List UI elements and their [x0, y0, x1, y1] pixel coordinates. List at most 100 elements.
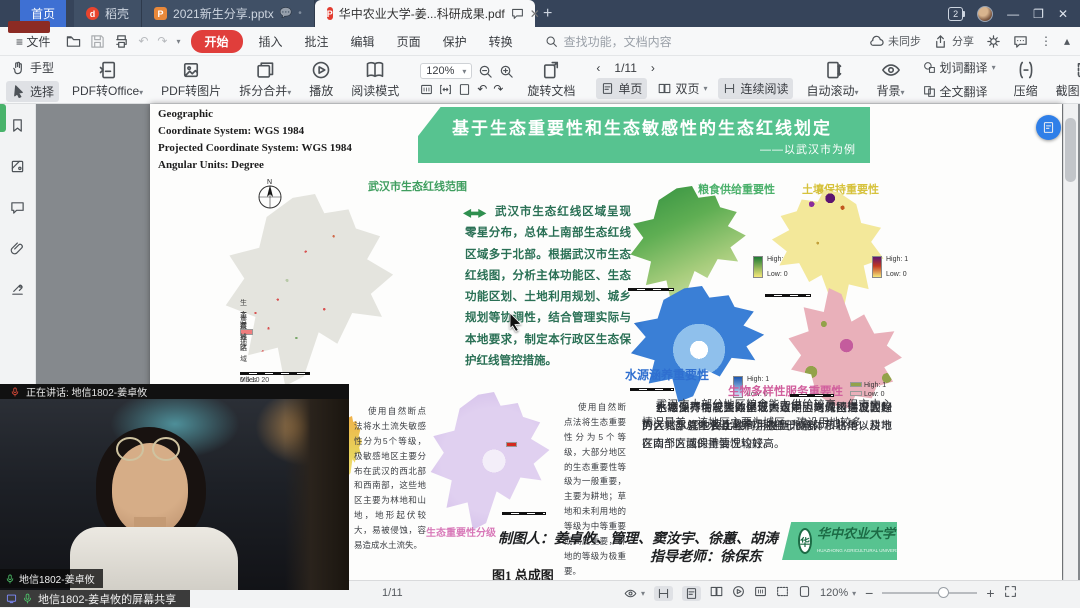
play-icon: [311, 60, 331, 80]
menu-annotate[interactable]: 批注: [299, 31, 335, 52]
search-input[interactable]: 查找功能，文档内容: [545, 33, 715, 50]
undo-icon[interactable]: ↶: [138, 34, 148, 48]
soil-map-legend: High: 1Low: 0: [872, 256, 908, 278]
print-icon[interactable]: [114, 34, 129, 49]
auto-scroll-button[interactable]: 自动滚动▾: [801, 59, 863, 100]
menu-page[interactable]: 页面: [391, 31, 427, 52]
share-button[interactable]: 分享: [933, 33, 974, 49]
screen-share-chip[interactable]: 地信1802-姜卓攸的屏幕共享: [0, 590, 190, 607]
fit-page-icon[interactable]: [458, 83, 471, 96]
status-eye-icon: [624, 587, 637, 600]
doc-scrollbar-thumb[interactable]: [1065, 118, 1076, 182]
status-double-page-button[interactable]: [710, 585, 723, 601]
menu-file[interactable]: ≡ 文件: [10, 31, 56, 52]
read-mode-button[interactable]: 阅读模式: [346, 59, 404, 100]
menu-convert[interactable]: 转换: [483, 31, 519, 52]
feedback-chat-icon[interactable]: [1013, 34, 1028, 49]
more-menu-icon[interactable]: ⋮: [1040, 34, 1052, 48]
tab-pdf-active[interactable]: P 华中农业大学-姜...科研成果.pdf ✕: [315, 0, 535, 27]
meeting-video-overlay[interactable]: 正在讲话: 地信1802-姜卓攸 地信1802-姜卓攸: [0, 384, 349, 590]
status-continuous-button[interactable]: [654, 586, 673, 601]
screenshot-compare-button[interactable]: 截图和对比: [1051, 59, 1080, 100]
zoom-level-select[interactable]: 120%▾: [420, 63, 472, 79]
zoom-out-icon[interactable]: [478, 64, 493, 79]
status-fit-page-button[interactable]: [798, 585, 811, 601]
menu-protect[interactable]: 保护: [437, 31, 473, 52]
zoom-in-icon[interactable]: [499, 64, 514, 79]
fit-width-icon[interactable]: [439, 83, 452, 96]
pdf-to-office-button[interactable]: PDF转Office▾: [67, 59, 148, 100]
status-fit-width-button[interactable]: [776, 585, 789, 601]
attachment-icon[interactable]: [10, 241, 25, 256]
zoom-slider[interactable]: [882, 592, 977, 594]
zoom-minus-button[interactable]: −: [865, 585, 873, 601]
rotate-doc-button[interactable]: 旋转文档: [522, 59, 580, 100]
rotate-right-icon[interactable]: ↷: [493, 82, 503, 96]
pdf-to-image-button[interactable]: PDF转图片: [156, 59, 226, 100]
background-button[interactable]: 背景▾: [872, 59, 910, 100]
save-icon[interactable]: [90, 34, 105, 49]
rotate-left-icon[interactable]: ↶: [477, 82, 487, 96]
minimize-button[interactable]: —: [1007, 7, 1019, 21]
prev-page-icon[interactable]: ‹: [596, 61, 600, 75]
wps-assistant-button[interactable]: [1036, 115, 1061, 140]
full-translate-button[interactable]: 全文翻译: [918, 81, 1001, 102]
tab-ppt-pin-icon[interactable]: •: [298, 8, 302, 19]
hand-tool-button[interactable]: 手型: [6, 57, 59, 78]
grain-map: [628, 186, 756, 304]
participant-mic-icon: [5, 574, 15, 584]
user-avatar[interactable]: [977, 6, 993, 22]
actual-size-icon[interactable]: [420, 83, 433, 96]
screenshot-compare-label: 截图和对比: [1056, 82, 1080, 99]
fullscreen-button[interactable]: [1004, 585, 1017, 601]
status-play-button[interactable]: [732, 585, 745, 601]
compress-button[interactable]: 压缩: [1009, 59, 1043, 100]
undo-dropdown-icon[interactable]: ▾: [176, 37, 180, 46]
continuous-button[interactable]: 连续阅读: [718, 78, 793, 99]
menu-start[interactable]: 开始: [191, 30, 243, 53]
status-zoom-select[interactable]: 120%▾: [820, 587, 856, 599]
menu-insert[interactable]: 插入: [253, 31, 289, 52]
thumbnails-icon[interactable]: [10, 159, 25, 174]
tab-home-label: 首页: [31, 5, 55, 22]
word-translate-button[interactable]: 划词翻译▾: [918, 57, 1001, 78]
new-tab-button[interactable]: +: [535, 0, 561, 27]
settings-gear-icon[interactable]: [986, 34, 1001, 49]
open-folder-icon[interactable]: [66, 34, 81, 49]
tab-docer[interactable]: d 稻壳: [74, 0, 142, 27]
restore-button[interactable]: ❐: [1033, 7, 1044, 21]
university-logo: 华: [798, 528, 812, 554]
status-background-button[interactable]: ▾: [624, 587, 645, 600]
status-actual-size-button[interactable]: [754, 585, 767, 601]
tab-comment-icon[interactable]: [511, 7, 524, 20]
university-name-en: HUAZHONG AGRICULTURAL UNIVERSITY: [817, 548, 906, 553]
status-single-page-button[interactable]: [682, 586, 701, 601]
pdf-icon: P: [327, 7, 333, 20]
comments-icon[interactable]: [10, 200, 25, 215]
single-page-button[interactable]: 单页: [596, 78, 647, 99]
message-count-badge[interactable]: 2: [948, 7, 963, 21]
play-button[interactable]: 播放: [304, 59, 338, 100]
split-merge-button[interactable]: 拆分合并▾: [234, 59, 296, 100]
sync-status[interactable]: 未同步: [869, 33, 921, 49]
zoom-plus-button[interactable]: +: [986, 585, 994, 601]
status-view-controls: ▾ 120%▾ − +: [624, 585, 1017, 601]
close-window-button[interactable]: ✕: [1058, 7, 1068, 21]
page-indicator[interactable]: 1/11: [614, 61, 636, 75]
double-page-button[interactable]: 双页▾: [653, 78, 712, 99]
share-label: 分享: [952, 33, 974, 49]
continuous-label: 连续阅读: [740, 80, 788, 97]
menu-edit[interactable]: 编辑: [345, 31, 381, 52]
redo-icon[interactable]: ↷: [157, 34, 167, 48]
participant-name: 地信1802-姜卓攸: [19, 571, 95, 586]
erosion-text: 使用自然断点法将水土流失敏感性分为5个等级，极敏感地区主要分布在武汉的西北部和西…: [354, 404, 426, 553]
bookmark-icon[interactable]: [10, 118, 25, 133]
collapse-toolbar-icon[interactable]: ▴: [1064, 34, 1070, 48]
tab-ppt[interactable]: P 2021新生分享.pptx 💬 •: [142, 0, 315, 27]
next-page-icon[interactable]: ›: [651, 61, 655, 75]
tab-ppt-comment-icon[interactable]: 💬: [280, 8, 292, 19]
zoom-slider-handle[interactable]: [938, 587, 949, 598]
select-tool-button[interactable]: 选择: [6, 81, 59, 102]
screenshot-compare-icon: [1076, 60, 1080, 80]
stamp-icon[interactable]: [10, 282, 25, 297]
